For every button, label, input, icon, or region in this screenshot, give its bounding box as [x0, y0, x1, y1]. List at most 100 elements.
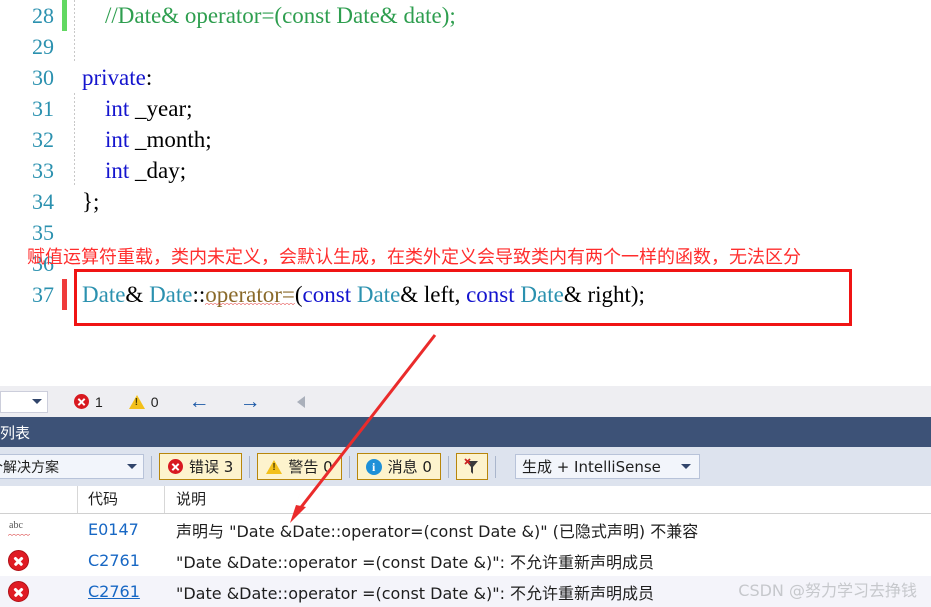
build-scope-value: 生成 + IntelliSense [521, 458, 661, 476]
grid-header-row: 代码 说明 [0, 486, 931, 514]
change-indicator-bar [62, 279, 67, 310]
grid-header-icon[interactable] [0, 486, 78, 513]
nav-previous-issue-button[interactable]: ← [189, 391, 210, 412]
toolbar-separator [249, 455, 251, 478]
grid-header-description[interactable]: 说明 [165, 486, 931, 513]
chevron-down-icon [32, 399, 42, 404]
indent-guide [74, 31, 75, 62]
editor-nav-strip: 1 0 ← → [0, 386, 931, 417]
row-description-cell: "Date &Date::operator =(const Date &)": … [176, 552, 655, 572]
code-token: int [105, 96, 130, 121]
code-line[interactable]: 31 int _year; [0, 93, 931, 124]
toolbar-separator [447, 455, 449, 478]
code-token: int [105, 127, 130, 152]
row-code-cell[interactable]: C2761 [78, 551, 165, 570]
change-indicator-bar [62, 186, 67, 217]
line-number: 32 [32, 127, 54, 152]
clear-filter-icon [463, 457, 481, 476]
table-row[interactable]: abc E0147 声明与 "Date &Date::operator=(const… [0, 514, 931, 545]
line-number: 31 [32, 96, 54, 121]
code-token: int [105, 158, 130, 183]
nav-next-issue-button[interactable]: → [240, 391, 261, 412]
intellisense-squiggle-icon: abc [8, 520, 32, 540]
code-token: }; [82, 189, 100, 214]
filter-messages-label: 消息 0 [387, 458, 432, 476]
code-text[interactable]: }; [75, 186, 99, 217]
error-list-toolbar[interactable]: 个解决方案 错误 3 警告 0 i 消息 0 生成 + IntelliSense [0, 447, 931, 486]
editor-member-dropdown[interactable] [0, 390, 48, 413]
nav-error-count[interactable]: 1 [74, 394, 103, 410]
code-line[interactable]: 29 [0, 31, 931, 62]
row-code-cell[interactable]: E0147 [78, 520, 165, 539]
line-number: 29 [32, 34, 54, 59]
code-line[interactable]: 34}; [0, 186, 931, 217]
code-text[interactable]: int _month; [75, 124, 212, 155]
line-number: 37 [32, 282, 54, 307]
filter-messages-button[interactable]: i 消息 0 [356, 453, 441, 480]
code-line[interactable]: 28 //Date& operator=(const Date& date); [0, 0, 931, 31]
annotation-red-box [74, 269, 852, 326]
table-row[interactable]: C2761 "Date &Date::operator =(const Date … [0, 545, 931, 576]
change-indicator-bar [62, 0, 67, 31]
scope-dropdown-value: 个解决方案 [0, 459, 59, 476]
watermark: CSDN @努力学习去挣钱 [738, 581, 917, 600]
change-indicator-bar [62, 124, 67, 155]
row-code-cell[interactable]: C2761 [78, 582, 165, 601]
error-icon [168, 459, 183, 474]
error-icon [74, 394, 89, 409]
clear-filter-button[interactable] [455, 453, 488, 480]
warning-icon [266, 459, 283, 474]
chevron-down-icon [680, 464, 691, 469]
toolbar-separator [494, 455, 496, 478]
code-token: : [145, 65, 153, 90]
code-token: _year; [129, 96, 193, 121]
change-indicator-bar [62, 31, 67, 62]
nav-warning-count[interactable]: 0 [128, 393, 159, 410]
line-number: 28 [32, 3, 54, 28]
nav-warning-count-label: 0 [150, 393, 159, 410]
line-number: 33 [32, 158, 54, 183]
code-text[interactable]: private: [75, 62, 152, 93]
grid-header-code[interactable]: 代码 [78, 486, 165, 513]
code-line[interactable]: 33 int _day; [0, 155, 931, 186]
change-indicator-bar [62, 62, 67, 93]
toolbar-separator [151, 455, 152, 478]
filter-errors-button[interactable]: 错误 3 [159, 453, 243, 480]
change-indicator-bar [62, 93, 67, 124]
code-text[interactable]: //Date& operator=(const Date& date); [75, 0, 456, 31]
error-icon [8, 550, 29, 571]
annotation-note-text: 赋值运算符重载，类内未定义，会默认生成，在类外定义会导致类内有两个一样的函数，无… [27, 247, 801, 268]
toolbar-separator [348, 455, 350, 478]
code-token: private [82, 65, 146, 90]
chevron-down-icon [127, 464, 137, 469]
line-number: 34 [32, 189, 54, 214]
row-severity-cell [0, 550, 78, 571]
code-text[interactable]: int _year; [75, 93, 193, 124]
line-number: 30 [32, 65, 54, 90]
error-list-titlebar: 列表 [0, 417, 931, 447]
code-token: _month; [129, 127, 212, 152]
filter-errors-label: 错误 3 [189, 458, 234, 476]
code-token: _day; [129, 158, 187, 183]
scope-dropdown[interactable]: 个解决方案 [0, 454, 144, 479]
change-indicator-bar [62, 155, 67, 186]
warning-icon [128, 394, 145, 409]
build-scope-dropdown[interactable]: 生成 + IntelliSense [514, 454, 700, 479]
code-line[interactable]: 30 private: [0, 62, 931, 93]
code-editor[interactable]: 28 //Date& operator=(const Date& date); 2… [0, 0, 931, 386]
row-severity-cell [0, 581, 78, 602]
error-icon [8, 581, 29, 602]
code-line[interactable]: 32 int _month; [0, 124, 931, 155]
row-severity-cell: abc [0, 520, 78, 540]
nav-error-count-label: 1 [95, 393, 103, 410]
row-description-cell: 声明与 "Date &Date::operator=(const Date &)… [176, 521, 699, 541]
code-text[interactable]: int _day; [75, 155, 186, 186]
error-list-title: 列表 [0, 423, 31, 442]
filter-warnings-button[interactable]: 警告 0 [257, 453, 342, 480]
scroll-left-icon[interactable] [296, 395, 305, 408]
info-icon: i [365, 458, 382, 475]
filter-warnings-label: 警告 0 [288, 458, 333, 476]
